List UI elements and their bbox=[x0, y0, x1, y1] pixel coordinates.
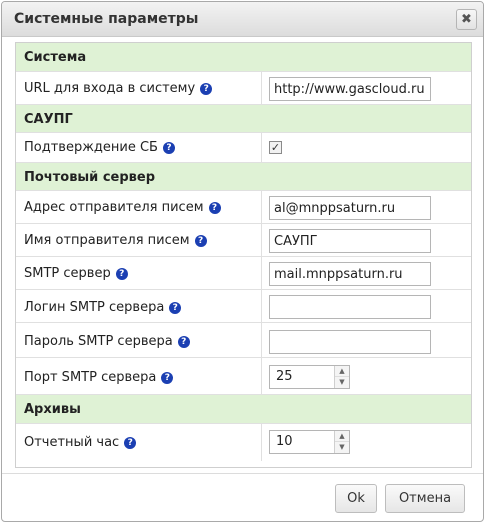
dialog-title: Системные параметры bbox=[14, 11, 199, 27]
section-system: Система bbox=[16, 43, 471, 72]
label-sender-address: Адрес отправителя писем? bbox=[24, 200, 221, 215]
help-icon[interactable]: ? bbox=[194, 235, 207, 247]
cancel-button[interactable]: Отмена bbox=[385, 484, 465, 513]
sender-address-input[interactable] bbox=[269, 196, 431, 220]
help-icon[interactable]: ? bbox=[162, 142, 175, 154]
report-hour-spinner[interactable]: 10 ▲ ▼ bbox=[269, 430, 350, 454]
label-sender-name: Имя отправителя писем? bbox=[24, 233, 207, 248]
report-hour-value: 10 bbox=[276, 434, 293, 449]
section-mail-server: Почтовый сервер bbox=[16, 163, 471, 191]
footer-divider bbox=[2, 473, 483, 474]
help-icon[interactable]: ? bbox=[115, 268, 128, 280]
smtp-server-input[interactable] bbox=[269, 262, 431, 286]
row-smtp-password: Пароль SMTP сервера? bbox=[16, 323, 471, 358]
help-icon[interactable]: ? bbox=[177, 336, 190, 348]
login-url-input[interactable] bbox=[269, 77, 431, 101]
row-smtp-server: SMTP сервер? bbox=[16, 257, 471, 290]
spinner-up-icon[interactable]: ▲ bbox=[335, 431, 349, 442]
smtp-port-value: 25 bbox=[276, 369, 293, 384]
row-sender-name: Имя отправителя писем? bbox=[16, 224, 471, 257]
label-smtp-server: SMTP сервер? bbox=[24, 266, 128, 281]
close-icon[interactable]: ✖ bbox=[456, 9, 477, 30]
label-smtp-login: Логин SMTP сервера? bbox=[24, 300, 182, 315]
help-icon[interactable]: ? bbox=[208, 202, 221, 214]
help-icon[interactable]: ? bbox=[124, 437, 137, 449]
label-sb-confirm: Подтверждение СБ? bbox=[24, 140, 175, 155]
sb-confirm-checkbox[interactable]: ✓ bbox=[269, 141, 282, 154]
section-saupg: САУПГ bbox=[16, 105, 471, 133]
label-login-url: URL для входа в систему? bbox=[24, 81, 213, 96]
section-title-system: Система bbox=[24, 50, 87, 65]
row-sb-confirm: Подтверждение СБ? ✓ bbox=[16, 133, 471, 163]
section-archives: Архивы bbox=[16, 395, 471, 424]
label-report-hour: Отчетный час? bbox=[24, 435, 137, 450]
row-smtp-port: Порт SMTP сервера? 25 ▲ ▼ bbox=[16, 358, 471, 395]
help-icon[interactable]: ? bbox=[161, 372, 174, 384]
section-title-mail-server: Почтовый сервер bbox=[24, 170, 155, 185]
system-parameters-dialog: Системные параметры ✖ Система URL для вх… bbox=[1, 1, 484, 522]
ok-button[interactable]: Ok bbox=[335, 484, 377, 513]
row-report-hour: Отчетный час? 10 ▲ ▼ bbox=[16, 424, 471, 461]
sender-name-input[interactable] bbox=[269, 229, 431, 253]
row-login-url: URL для входа в систему? bbox=[16, 72, 471, 105]
section-title-saupg: САУПГ bbox=[24, 112, 73, 127]
help-icon[interactable]: ? bbox=[169, 302, 182, 314]
smtp-port-spinner[interactable]: 25 ▲ ▼ bbox=[269, 365, 350, 389]
label-smtp-password: Пароль SMTP сервера? bbox=[24, 334, 190, 349]
smtp-login-input[interactable] bbox=[269, 295, 431, 319]
section-title-archives: Архивы bbox=[24, 402, 81, 417]
spinner-down-icon[interactable]: ▼ bbox=[335, 377, 349, 388]
smtp-password-input[interactable] bbox=[269, 330, 431, 354]
row-sender-address: Адрес отправителя писем? bbox=[16, 191, 471, 224]
settings-panel: Система URL для входа в систему? САУПГ П… bbox=[15, 42, 472, 468]
spinner-down-icon[interactable]: ▼ bbox=[335, 442, 349, 453]
spinner-up-icon[interactable]: ▲ bbox=[335, 366, 349, 377]
help-icon[interactable]: ? bbox=[200, 83, 213, 95]
label-smtp-port: Порт SMTP сервера? bbox=[24, 370, 174, 385]
dialog-titlebar: Системные параметры ✖ bbox=[2, 2, 483, 37]
row-smtp-login: Логин SMTP сервера? bbox=[16, 290, 471, 323]
